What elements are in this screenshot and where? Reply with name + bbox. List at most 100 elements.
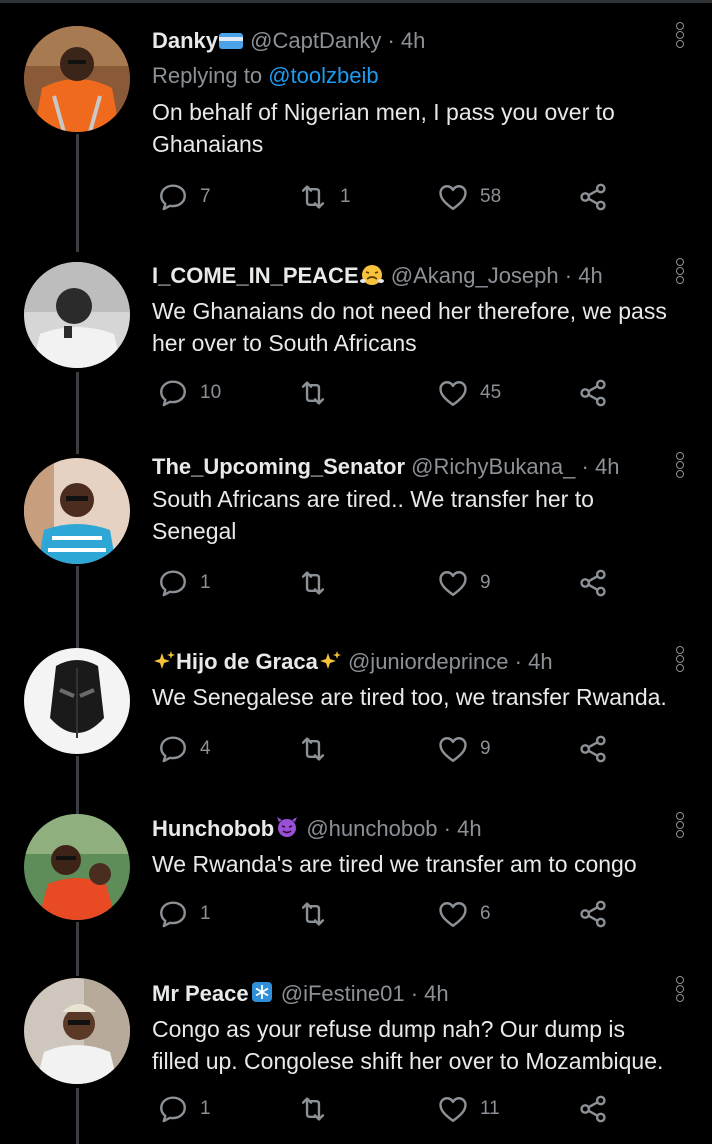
like-button[interactable]: 9 [436, 729, 491, 769]
like-count: 45 [480, 382, 502, 403]
user-handle[interactable]: @Akang_Joseph [391, 263, 559, 288]
reply-button[interactable]: 4 [156, 729, 211, 769]
like-button[interactable]: 9 [436, 563, 491, 603]
share-icon [580, 900, 606, 928]
retweet-button[interactable] [296, 729, 340, 769]
reply-icon [160, 184, 186, 211]
like-button[interactable]: 58 [436, 177, 501, 217]
retweet-icon [301, 185, 325, 209]
tweet[interactable]: Hunchobob @hunchobob · 4h We Rwanda's ar… [0, 812, 712, 972]
share-button[interactable] [576, 894, 610, 934]
avatar[interactable] [24, 814, 130, 920]
user-handle[interactable]: @juniordeprince [348, 649, 509, 674]
separator: · [443, 816, 451, 841]
avatar[interactable] [24, 26, 130, 132]
tweet[interactable]: Hijo de Graca @juniordeprince · 4h We Se… [0, 644, 712, 812]
display-name[interactable]: Mr Peace [152, 981, 249, 1006]
retweet-icon [301, 737, 325, 761]
share-button[interactable] [576, 563, 610, 603]
retweet-button[interactable] [296, 1089, 340, 1129]
replying-handle-link[interactable]: @toolzbeib [268, 63, 378, 88]
tweet[interactable]: Mr Peace @iFestine01 · 4h Congo as your … [0, 972, 712, 1144]
user-handle[interactable]: @hunchobob [306, 816, 437, 841]
share-button[interactable] [576, 373, 610, 413]
timestamp[interactable]: 4h [401, 28, 425, 53]
share-icon [580, 379, 606, 407]
more-options-icon[interactable] [676, 812, 686, 839]
timestamp[interactable]: 4h [457, 816, 481, 841]
tweet-text: South Africans are tired.. We transfer h… [152, 486, 594, 544]
tweet[interactable]: The_Upcoming_Senator @RichyBukana_ · 4h … [0, 448, 712, 644]
reply-count: 1 [200, 1098, 211, 1119]
more-options-icon[interactable] [676, 646, 686, 673]
like-button[interactable]: 6 [436, 894, 491, 934]
tweet-actions: 1 11 [152, 1089, 672, 1129]
avatar[interactable] [24, 648, 130, 754]
display-name[interactable]: Hunchobob [152, 816, 274, 841]
timestamp[interactable]: 4h [528, 649, 552, 674]
like-count: 9 [480, 572, 491, 593]
retweet-button[interactable] [296, 563, 340, 603]
separator: · [581, 454, 589, 479]
avatar[interactable] [24, 978, 130, 1084]
more-options-icon[interactable] [676, 22, 686, 49]
display-name[interactable]: Hijo de Graca [176, 649, 318, 674]
devil-emoji [274, 815, 300, 845]
user-handle[interactable]: @iFestine01 [281, 981, 405, 1006]
retweet-icon [301, 381, 325, 405]
share-icon [580, 1095, 606, 1123]
like-icon [439, 185, 467, 210]
share-icon [580, 569, 606, 597]
like-button[interactable]: 11 [436, 1089, 500, 1129]
like-icon [439, 381, 467, 406]
more-options-icon[interactable] [676, 452, 686, 479]
like-count: 6 [480, 903, 491, 924]
retweet-button[interactable] [296, 894, 340, 934]
reply-button[interactable]: 1 [156, 563, 211, 603]
reply-count: 4 [200, 738, 211, 759]
reply-button[interactable]: 1 [156, 1089, 211, 1129]
replying-to: Replying to @toolzbeib [152, 61, 672, 91]
sparkles-emoji [318, 650, 342, 678]
like-icon [439, 571, 467, 596]
replying-label: Replying to [152, 63, 263, 88]
like-count: 58 [480, 186, 502, 207]
tweet[interactable]: I_COME_IN_PEACE @Akang_Joseph · 4h We Gh… [0, 252, 712, 448]
display-name[interactable]: I_COME_IN_PEACE [152, 263, 359, 288]
user-handle[interactable]: @CaptDanky [250, 28, 381, 53]
display-name[interactable]: Danky [152, 28, 218, 53]
retweet-button[interactable]: 1 [296, 177, 351, 217]
reply-icon [160, 736, 186, 763]
share-icon [580, 735, 606, 763]
retweet-count: 1 [340, 186, 351, 207]
reply-button[interactable]: 1 [156, 894, 211, 934]
timestamp[interactable]: 4h [595, 454, 619, 479]
share-button[interactable] [576, 729, 610, 769]
user-handle[interactable]: @RichyBukana_ [411, 454, 575, 479]
retweet-button[interactable] [296, 373, 340, 413]
like-button[interactable]: 45 [436, 373, 501, 413]
share-button[interactable] [576, 1089, 610, 1129]
retweet-icon [301, 1097, 325, 1121]
sparkles-emoji [152, 650, 176, 678]
reply-count: 1 [200, 903, 211, 924]
tweet-actions: 1 6 [152, 894, 672, 934]
avatar[interactable] [24, 458, 130, 564]
tweet-text: We Senegalese are tired too, we transfer… [152, 684, 667, 710]
timestamp[interactable]: 4h [578, 263, 602, 288]
reply-count: 10 [200, 382, 222, 403]
share-button[interactable] [576, 177, 610, 217]
steam-face-emoji [359, 262, 385, 292]
retweet-icon [301, 571, 325, 595]
tweet-text: Congo as your refuse dump nah? Our dump … [152, 1016, 664, 1074]
avatar[interactable] [24, 262, 130, 368]
timestamp[interactable]: 4h [424, 981, 448, 1006]
reply-count: 1 [200, 572, 211, 593]
display-name[interactable]: The_Upcoming_Senator [152, 454, 405, 479]
more-options-icon[interactable] [676, 258, 686, 285]
reply-button[interactable]: 10 [156, 373, 221, 413]
reply-button[interactable]: 7 [156, 177, 211, 217]
tweet[interactable]: Danky @CaptDanky · 4h Replying to @toolz… [0, 0, 712, 250]
reply-icon [160, 901, 186, 928]
more-options-icon[interactable] [676, 976, 686, 1003]
